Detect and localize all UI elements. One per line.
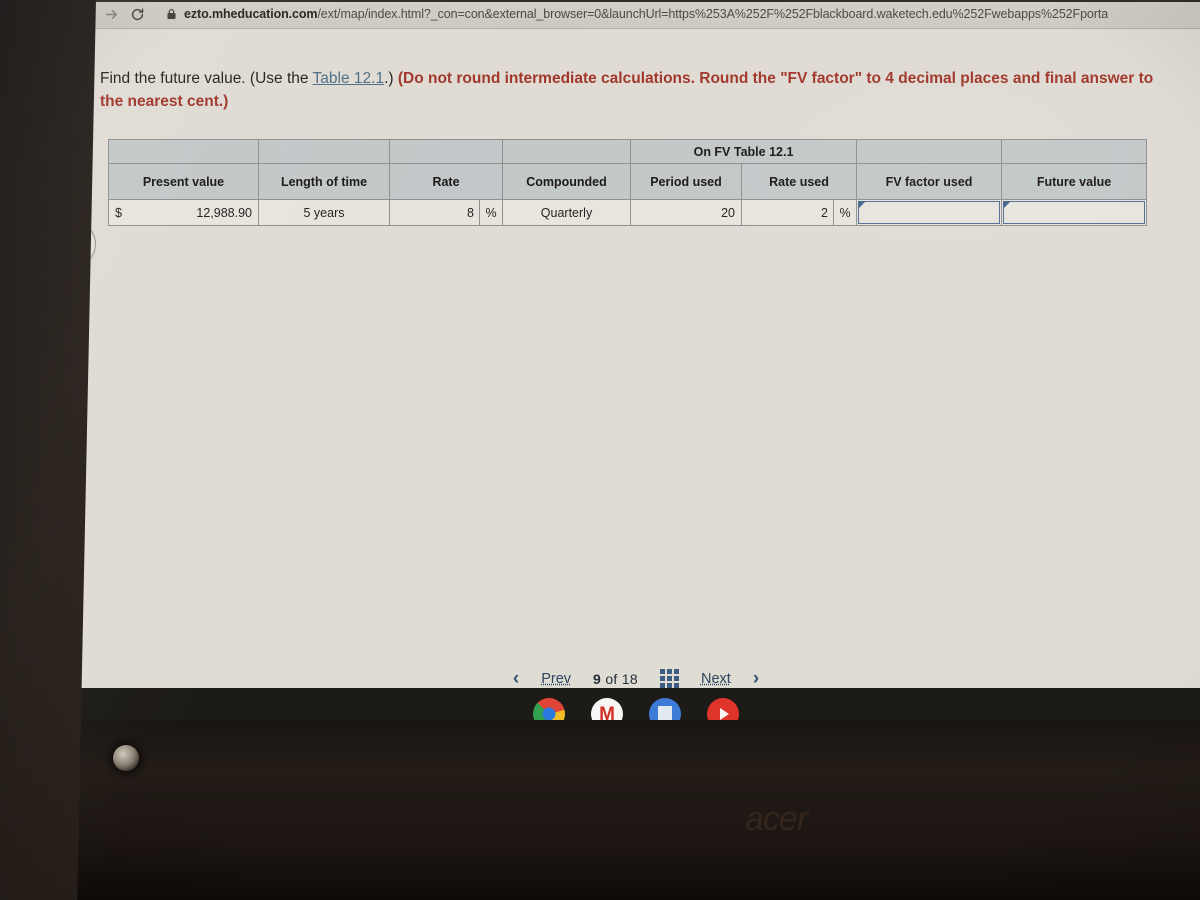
page-current: 9 (593, 670, 602, 687)
browser-toolbar: ezto.mheducation.com/ext/map/index.html?… (72, 0, 1200, 29)
group-blank-5 (856, 139, 1002, 164)
prev-arrow-icon[interactable]: ‹ (513, 669, 519, 688)
col-header-rate-used: Rate used (741, 163, 857, 200)
acer-brand-logo: acer (745, 800, 808, 838)
fv-factor-used-input[interactable] (858, 201, 1000, 224)
question-mid: .) (384, 70, 398, 87)
table-row: $ 12,988.90 5 years 8 % Quarterly 20 2 % (108, 199, 1147, 226)
cell-flag-icon (1003, 201, 1011, 209)
question-lead: Find the future value. (Use the (100, 70, 313, 87)
next-arrow-icon[interactable]: › (753, 669, 759, 688)
period-used-value: 20 (721, 205, 735, 220)
address-bar[interactable]: ezto.mheducation.com/ext/map/index.html?… (158, 3, 1200, 25)
rate-value: 8 (390, 200, 480, 225)
rate-used-percent-sign: % (839, 205, 851, 220)
next-button[interactable]: Next (701, 671, 731, 687)
compounded-value: Quarterly (540, 205, 593, 220)
col-header-period-used: Period used (630, 163, 742, 200)
url-path: /ext/map/index.html?_con=con&external_br… (317, 7, 1109, 21)
forward-arrow-icon[interactable] (98, 2, 124, 26)
group-blank-4 (502, 139, 631, 164)
laptop-photo: ezto.mheducation.com/ext/map/index.html?… (0, 0, 1200, 900)
future-value-input[interactable] (1003, 201, 1145, 224)
group-header-on-fv-table: On FV Table 12.1 (630, 139, 857, 164)
cell-rate-used: 2 % (741, 199, 857, 226)
question-prompt: Find the future value. (Use the Table 12… (100, 67, 1170, 113)
cell-period-used: 20 (630, 199, 742, 226)
grid-menu-icon[interactable] (659, 669, 679, 688)
lock-icon (166, 8, 177, 20)
prev-button[interactable]: Prev (541, 671, 571, 687)
col-header-length-of-time: Length of time (258, 163, 390, 200)
cell-present-value: $ 12,988.90 (108, 199, 259, 226)
page-counter: 9 of 18 (593, 671, 638, 687)
future-value-table-wrapper: On FV Table 12.1 Present value Length of… (108, 139, 1147, 226)
cell-future-value[interactable] (1001, 199, 1147, 226)
rate-percent-sign: % (485, 205, 497, 220)
col-header-rate: Rate (389, 163, 503, 200)
group-blank-6 (1001, 139, 1147, 164)
table-12-1-link[interactable]: Table 12.1 (313, 70, 385, 87)
device-indicator-light (113, 745, 139, 771)
cell-length-of-time: 5 years (258, 199, 390, 226)
group-blank-2 (258, 139, 390, 164)
group-blank-1 (108, 139, 259, 164)
length-of-time-value: 5 years (303, 205, 345, 220)
cell-fv-factor-used[interactable] (856, 199, 1002, 226)
cell-flag-icon (858, 201, 866, 209)
present-value-amount: 12,988.90 (196, 205, 252, 220)
youtube-play-glyph (720, 708, 729, 720)
cell-compounded: Quarterly (502, 199, 631, 226)
table-header-row: Present value Length of time Rate Compou… (108, 163, 1147, 200)
cell-rate: 8 % (389, 199, 503, 226)
col-header-future-value: Future value (1001, 163, 1147, 200)
col-header-fv-factor-used: FV factor used (856, 163, 1002, 200)
col-header-compounded: Compounded (502, 163, 631, 200)
url-text: ezto.mheducation.com/ext/map/index.html?… (184, 7, 1108, 21)
url-host: ezto.mheducation.com (184, 7, 318, 21)
question-pager: ‹ Prev 9 of 18 Next › (72, 669, 1200, 688)
page-content: s Find the future value. (Use the Table … (72, 29, 1200, 740)
bezel-bottom (0, 720, 1200, 900)
bezel-top (0, 0, 1200, 2)
laptop-screen: ezto.mheducation.com/ext/map/index.html?… (72, 0, 1200, 740)
col-header-present-value: Present value (108, 163, 259, 200)
table-group-header-row: On FV Table 12.1 (108, 139, 1147, 164)
group-blank-3 (389, 139, 503, 164)
page-total: 18 (621, 670, 638, 687)
page-of-label: of (605, 670, 618, 687)
currency-symbol: $ (115, 205, 122, 220)
rate-used-value: 2 (742, 200, 834, 225)
future-value-table: On FV Table 12.1 Present value Length of… (108, 139, 1147, 226)
reload-icon[interactable] (124, 2, 150, 26)
